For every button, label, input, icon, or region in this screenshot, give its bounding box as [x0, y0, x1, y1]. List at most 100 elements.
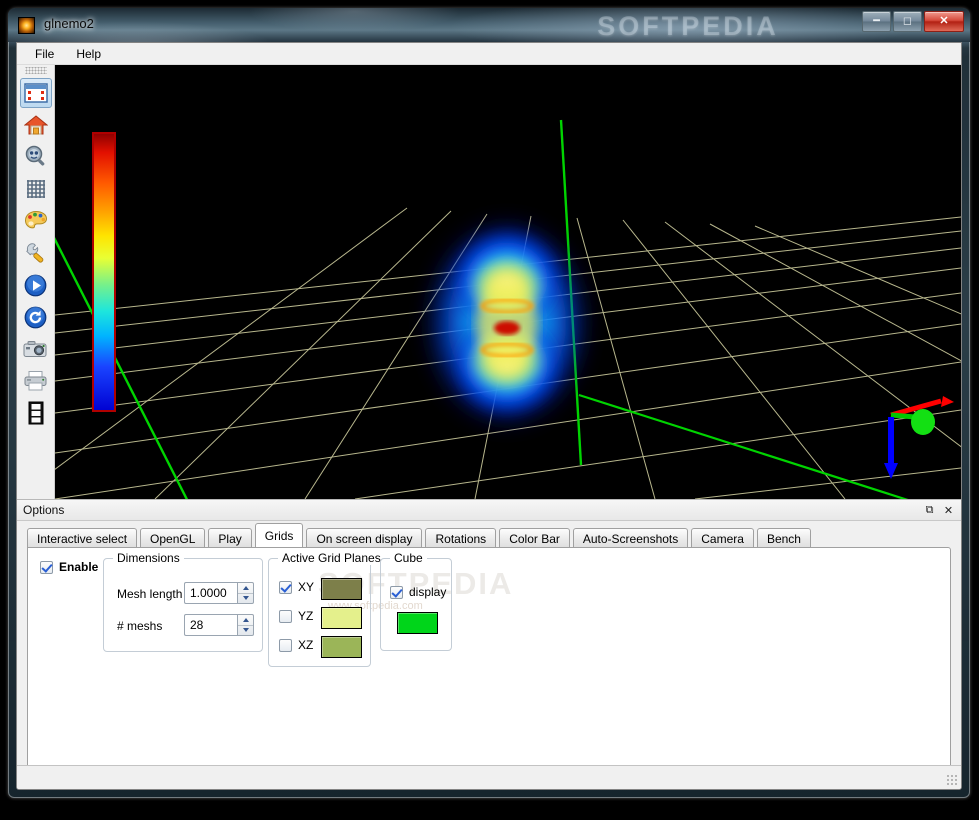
toolbar-drag-handle[interactable]: [24, 67, 47, 74]
checkbox-checked-icon: [40, 560, 53, 574]
gl-3d-viewport[interactable]: [55, 65, 961, 499]
glnemo-sun-icon: [18, 17, 35, 34]
grid-plane-xy-color-swatch[interactable]: [321, 578, 362, 600]
play-icon: [24, 274, 47, 296]
home-icon: [23, 115, 48, 135]
arrow-up-icon: [242, 617, 249, 622]
menu-help[interactable]: Help: [65, 45, 112, 63]
grid-plane-xz-checkbox[interactable]: XZ: [279, 638, 313, 652]
wrench-icon: [25, 243, 43, 263]
mesh-length-value[interactable]: 1.0000: [184, 582, 237, 604]
toolbar-camera-button[interactable]: [20, 334, 52, 364]
mesh-length-spinbox[interactable]: 1.0000: [184, 582, 254, 604]
tab-grids[interactable]: Grids: [254, 523, 304, 547]
tab-on-screen-display[interactable]: On screen display: [306, 528, 423, 548]
minimize-button[interactable]: ━: [862, 11, 891, 32]
toolbar-printer-button[interactable]: [20, 366, 52, 396]
arrow-down-icon: [242, 628, 249, 633]
title-bar-background: [8, 8, 970, 42]
cube-group-title: Cube: [390, 551, 427, 565]
toolbar-wrench-button[interactable]: [20, 238, 52, 268]
toolbar-palette-button[interactable]: [20, 206, 52, 236]
checkbox-checked-icon: [390, 585, 403, 599]
grid-plane-xz-label: XZ: [298, 638, 314, 652]
grid-plane-xy-checkbox[interactable]: XY: [279, 580, 314, 594]
toolbar-movie-frames-button[interactable]: [20, 398, 52, 428]
mesh-length-spin-buttons[interactable]: [237, 582, 254, 604]
num-meshs-spin-buttons[interactable]: [237, 614, 254, 636]
checkbox-checked-icon: [279, 580, 292, 594]
movie-frames-icon: [28, 401, 43, 425]
tab-interactive-select[interactable]: Interactive select: [27, 528, 138, 548]
toolbar-home-button[interactable]: [20, 110, 52, 140]
grids-enable-label: Enable: [59, 560, 99, 574]
float-dock-icon[interactable]: ⧉: [921, 502, 938, 518]
close-dock-icon[interactable]: ✕: [940, 502, 957, 518]
num-meshs-decrement-button[interactable]: [238, 626, 253, 636]
mesh-length-decrement-button[interactable]: [238, 594, 253, 604]
mesh-length-increment-button[interactable]: [238, 583, 253, 594]
cube-display-label: display: [409, 585, 447, 599]
maximize-button[interactable]: ◻: [893, 11, 922, 32]
window-title: glnemo2: [44, 16, 94, 31]
num-meshs-value[interactable]: 28: [184, 614, 237, 636]
tab-opengl[interactable]: OpenGL: [140, 528, 206, 548]
options-dock: Options ⧉ ✕ Interactive select OpenGL Pl…: [17, 499, 961, 771]
tab-color-bar[interactable]: Color Bar: [499, 528, 570, 548]
checkbox-unchecked-icon: [279, 638, 292, 652]
main-row: [17, 65, 961, 499]
maximize-icon: ◻: [902, 15, 913, 27]
num-meshs-increment-button[interactable]: [238, 615, 253, 626]
minimize-icon: ━: [873, 15, 880, 27]
select-region-icon: [23, 83, 48, 103]
active-grid-planes-groupbox: Active Grid Planes XY YZ XZ: [268, 551, 385, 667]
checkbox-unchecked-icon: [279, 609, 292, 623]
toolbar-reload-button[interactable]: [20, 302, 52, 332]
toolbar-grid-button[interactable]: [20, 174, 52, 204]
tab-auto-screenshots[interactable]: Auto-Screenshots: [572, 528, 689, 548]
tab-rotations[interactable]: Rotations: [425, 528, 497, 548]
nbody-particle-cloud: [425, 218, 589, 428]
cube-groupbox: Cube display: [380, 551, 452, 651]
options-tab-strip: Interactive select OpenGL Play Grids On …: [17, 521, 961, 548]
active-grid-planes-group-title: Active Grid Planes: [278, 551, 385, 565]
grid-plane-xy-label: XY: [298, 580, 315, 594]
cube-display-checkbox[interactable]: display: [390, 585, 446, 599]
cube-color-swatch[interactable]: [397, 612, 438, 634]
color-bar[interactable]: [92, 132, 116, 412]
gl-scene: [55, 65, 961, 499]
toolbar-zoom-button[interactable]: [20, 142, 52, 172]
dimensions-groupbox: Dimensions Mesh length 1.0000 # meshs 28: [103, 551, 263, 652]
grids-enable-checkbox[interactable]: Enable: [40, 560, 98, 574]
title-bar[interactable]: SOFTPEDIA glnemo2 ━ ◻ ✕: [8, 8, 970, 42]
grids-tab-page: SOFTPEDIA www.softpedia.com Enable Dimen…: [27, 547, 951, 771]
options-dock-title: Options: [23, 503, 65, 517]
tab-play[interactable]: Play: [208, 528, 252, 548]
num-meshs-label: # meshs: [117, 619, 163, 633]
menu-file[interactable]: File: [24, 45, 65, 63]
toolbar-play-button[interactable]: [20, 270, 52, 300]
arrow-up-icon: [242, 585, 249, 590]
palette-icon: [24, 210, 47, 229]
toolbar-select-region-button[interactable]: [19, 78, 52, 108]
grid-plane-yz-color-swatch[interactable]: [321, 607, 362, 629]
options-dock-titlebar[interactable]: Options ⧉ ✕: [17, 500, 961, 521]
close-button[interactable]: ✕: [924, 11, 964, 32]
left-toolbar: [17, 65, 55, 499]
status-bar: [17, 765, 961, 789]
grid-plane-xz-color-swatch[interactable]: [321, 636, 362, 658]
client-area: File Help Options ⧉ ✕ Interactive select…: [16, 42, 962, 790]
grid-plane-yz-checkbox[interactable]: YZ: [279, 609, 313, 623]
mesh-length-label: Mesh length: [117, 587, 183, 601]
tab-camera[interactable]: Camera: [691, 528, 754, 548]
grid-plane-yz-label: YZ: [298, 609, 314, 623]
resize-grip[interactable]: [946, 774, 958, 786]
grid-icon: [26, 180, 45, 198]
dimensions-group-title: Dimensions: [113, 551, 184, 565]
reload-icon: [24, 306, 47, 328]
zoom-icon: [25, 145, 44, 166]
application-window: SOFTPEDIA glnemo2 ━ ◻ ✕ File Help Option…: [8, 8, 970, 798]
tab-bench[interactable]: Bench: [756, 528, 811, 548]
menu-bar: File Help: [17, 43, 961, 65]
num-meshs-spinbox[interactable]: 28: [184, 614, 254, 636]
